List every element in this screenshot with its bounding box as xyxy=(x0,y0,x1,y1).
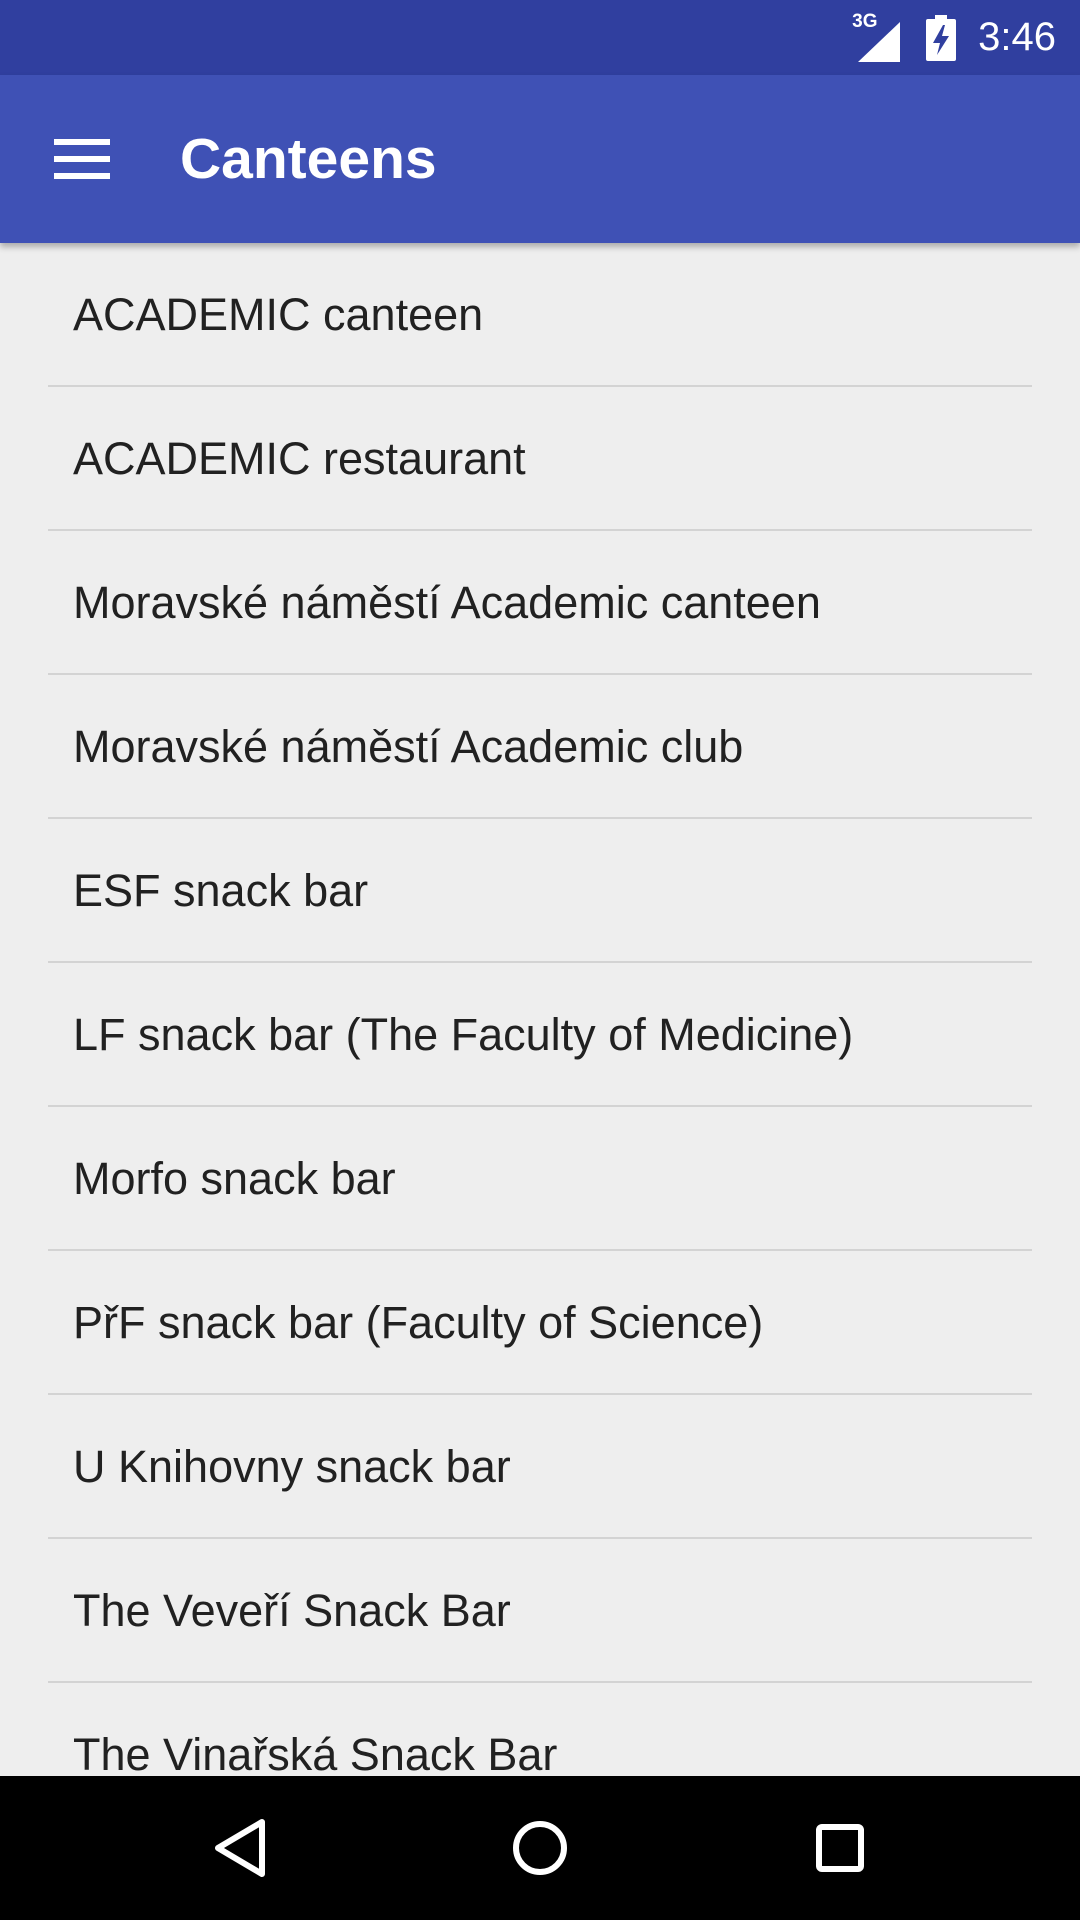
canteen-name: Morfo snack bar xyxy=(73,1153,396,1204)
canteen-name: ACADEMIC restaurant xyxy=(73,433,526,484)
home-circle-icon xyxy=(513,1821,567,1875)
page-title: Canteens xyxy=(180,127,437,191)
app-bar: Canteens xyxy=(0,75,1080,243)
canteen-name: ESF snack bar xyxy=(73,865,369,916)
canteen-name: PřF snack bar (Faculty of Science) xyxy=(73,1297,764,1348)
canteen-list-item[interactable]: ACADEMIC canteen xyxy=(0,243,1080,387)
canteen-list[interactable]: ACADEMIC canteen ACADEMIC restaurant Mor… xyxy=(0,243,1080,1776)
recents-square-icon xyxy=(816,1824,864,1872)
canteen-name: The Vinařská Snack Bar xyxy=(73,1729,558,1776)
status-clock: 3:46 xyxy=(978,15,1056,59)
status-bar: 3G 3:46 xyxy=(0,0,1080,75)
canteen-name: The Veveří Snack Bar xyxy=(73,1585,511,1636)
back-button[interactable] xyxy=(160,1776,320,1920)
status-icons: 3G 3:46 xyxy=(852,0,1056,75)
navigation-menu-button[interactable] xyxy=(34,111,130,207)
signal-icon xyxy=(858,21,901,62)
canteens-screen: 3G 3:46 Canteens ACADEMIC canteen ACADEM… xyxy=(0,0,1080,1920)
battery-charging-icon xyxy=(926,14,957,61)
canteen-list-item[interactable]: PřF snack bar (Faculty of Science) xyxy=(0,1251,1080,1395)
canteen-list-item[interactable]: ACADEMIC restaurant xyxy=(0,387,1080,531)
home-button[interactable] xyxy=(460,1776,620,1920)
canteen-list-item[interactable]: Morfo snack bar xyxy=(0,1107,1080,1251)
canteen-list-item[interactable]: The Veveří Snack Bar xyxy=(0,1539,1080,1683)
canteen-name: U Knihovny snack bar xyxy=(73,1441,511,1492)
recents-button[interactable] xyxy=(760,1776,920,1920)
canteen-name: Moravské náměstí Academic canteen xyxy=(73,577,821,628)
canteen-list-item[interactable]: The Vinařská Snack Bar xyxy=(0,1683,1080,1776)
canteen-name: ACADEMIC canteen xyxy=(73,289,484,340)
canteen-list-item[interactable]: Moravské náměstí Academic club xyxy=(0,675,1080,819)
network-indicator: 3G xyxy=(852,11,906,62)
system-navigation-bar xyxy=(0,1776,1080,1920)
back-triangle-icon xyxy=(215,1819,265,1877)
canteen-list-item[interactable]: ESF snack bar xyxy=(0,819,1080,963)
canteen-list-item[interactable]: U Knihovny snack bar xyxy=(0,1395,1080,1539)
canteen-name: Moravské náměstí Academic club xyxy=(73,721,744,772)
hamburger-menu-icon xyxy=(54,139,110,179)
canteen-list-item[interactable]: LF snack bar (The Faculty of Medicine) xyxy=(0,963,1080,1107)
canteen-list-item[interactable]: Moravské náměstí Academic canteen xyxy=(0,531,1080,675)
canteen-name: LF snack bar (The Faculty of Medicine) xyxy=(73,1009,854,1060)
